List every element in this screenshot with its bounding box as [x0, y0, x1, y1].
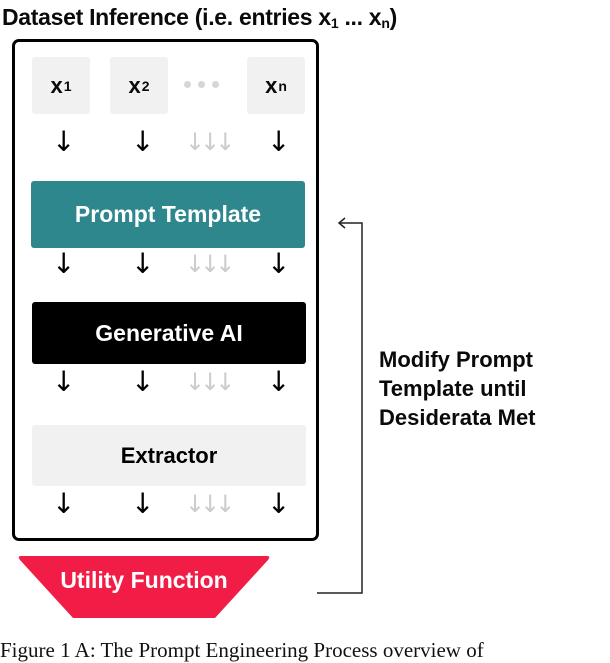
feedback-label-line: Desiderata Met: [379, 405, 536, 430]
feedback-label-line: Template until: [379, 376, 527, 401]
feedback-label: Modify Prompt Template until Desiderata …: [379, 345, 536, 432]
feedback-loop: [317, 217, 363, 594]
feedback-label-line: Modify Prompt: [379, 347, 533, 372]
figure-caption: Figure 1 A: The Prompt Engineering Proce…: [0, 638, 484, 662]
feedback-line: [317, 222, 363, 594]
